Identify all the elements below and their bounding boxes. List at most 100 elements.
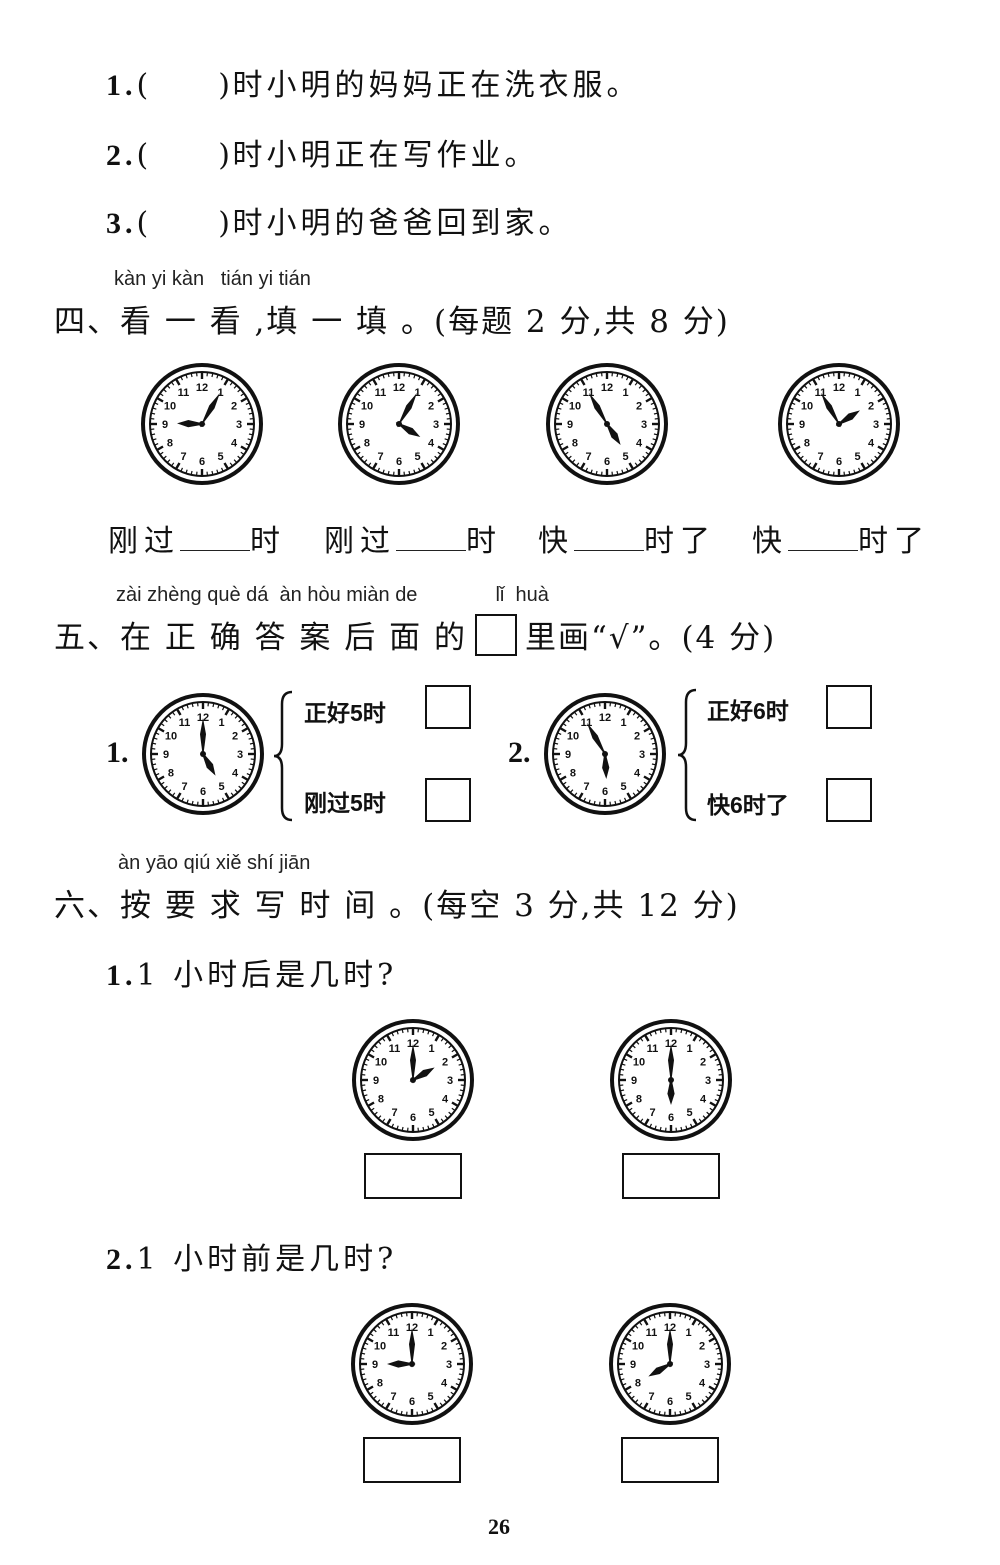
- clock-numeral: 6: [396, 456, 402, 468]
- section6-heading: 六、按 要 求 写 时 间 。(每空 3 分,共 12 分): [54, 888, 740, 924]
- clock-6-1-a: 123456789101112: [352, 1019, 474, 1141]
- clock-numeral: 9: [565, 749, 571, 761]
- clock-numeral: 7: [390, 1391, 396, 1403]
- fill-blank[interactable]: [396, 525, 466, 551]
- brace-2: [677, 688, 697, 822]
- clock-numeral: 10: [567, 731, 579, 743]
- option-text: 正好5时: [304, 700, 386, 726]
- clock-numeral: 2: [232, 731, 238, 743]
- clock-numeral: 10: [374, 1341, 386, 1353]
- clock-numeral: 3: [705, 1075, 711, 1087]
- clock-numeral: 12: [833, 382, 845, 394]
- answer-paren[interactable]: (): [137, 68, 233, 103]
- clock-numeral: 7: [181, 781, 187, 793]
- answer-paren[interactable]: (): [137, 206, 233, 241]
- item-5-1-number: 1.: [106, 736, 129, 769]
- page-number: 26: [488, 1514, 510, 1539]
- answer-box[interactable]: [363, 1437, 461, 1483]
- clock-numeral: 9: [799, 419, 805, 431]
- clock-numeral: 1: [685, 1327, 691, 1339]
- clock-4-3: 1234567891011 12: [546, 363, 668, 485]
- clock-numeral: 8: [364, 438, 370, 450]
- sample-box: [474, 614, 517, 656]
- answer-box[interactable]: [364, 1153, 462, 1199]
- clock-numeral: 3: [446, 1359, 452, 1371]
- clock-numeral: 9: [630, 1359, 636, 1371]
- clock-numeral: 10: [569, 401, 581, 413]
- clock-numeral: 11: [375, 387, 387, 399]
- clock-6-2-a: 123456789101112: [351, 1303, 473, 1425]
- fill-row: 快时了: [538, 524, 716, 559]
- clock-numeral: 7: [391, 1107, 397, 1119]
- clock-numeral: 6: [668, 1112, 674, 1124]
- clock-numeral: 12: [601, 382, 613, 394]
- clock-4-1: 1234567891011 12: [141, 363, 263, 485]
- clock-numeral: 4: [636, 438, 643, 450]
- fill-blank[interactable]: [574, 525, 644, 551]
- clock-numeral: 3: [641, 419, 647, 431]
- fill-blank[interactable]: [788, 525, 858, 551]
- question-2: 2.()时小明正在写作业。: [106, 138, 539, 173]
- clock-numeral: 9: [567, 419, 573, 431]
- brace-1: [273, 690, 293, 822]
- clock-numeral: 5: [414, 451, 420, 463]
- answer-box[interactable]: [621, 1437, 719, 1483]
- clock-numeral: 10: [164, 401, 176, 413]
- clock-4-2: 1234567891011 12: [338, 363, 460, 485]
- clock-numeral: 2: [699, 1341, 705, 1353]
- clock-numeral: 12: [599, 712, 611, 724]
- option-text: 快6时了: [707, 792, 789, 818]
- clock-numeral: 11: [179, 717, 191, 729]
- clock-numeral: 11: [647, 1043, 659, 1055]
- fill-row: 刚过时: [108, 524, 286, 559]
- clock-numeral: 4: [700, 1094, 707, 1106]
- clock-numeral: 1: [686, 1043, 692, 1055]
- clock-numeral: 6: [409, 1396, 415, 1408]
- clock-numeral: 11: [388, 1327, 400, 1339]
- sub-question-2: 2.1 小时前是几时?: [106, 1242, 398, 1277]
- clock-numeral: 7: [180, 451, 186, 463]
- clock-numeral: 2: [231, 401, 237, 413]
- clock-numeral: 6: [200, 786, 206, 798]
- clock-numeral: 9: [631, 1075, 637, 1087]
- clock-numeral: 1: [428, 1043, 434, 1055]
- clock-numeral: 8: [168, 768, 174, 780]
- clock-numeral: 3: [873, 419, 879, 431]
- clock-numeral: 6: [667, 1396, 673, 1408]
- clock-numeral: 6: [604, 456, 610, 468]
- clock-numeral: 1: [427, 1327, 433, 1339]
- clock-numeral: 1: [622, 387, 628, 399]
- clock-5-1: 123456789101112: [142, 693, 264, 815]
- check-box-5-1-a[interactable]: [425, 685, 471, 729]
- clock-numeral: 1: [218, 717, 224, 729]
- check-box-5-2-b[interactable]: [826, 778, 872, 822]
- clock-numeral: 10: [633, 1057, 645, 1069]
- clock-numeral: 3: [236, 419, 242, 431]
- clock-numeral: 3: [639, 749, 645, 761]
- fill-blank[interactable]: [180, 525, 250, 551]
- clock-numeral: 8: [378, 1094, 384, 1106]
- clock-numeral: 4: [868, 438, 875, 450]
- clock-numeral: 7: [585, 451, 591, 463]
- clock-numeral: 3: [433, 419, 439, 431]
- clock-numeral: 8: [804, 438, 810, 450]
- clock-numeral: 10: [165, 731, 177, 743]
- clock-numeral: 10: [632, 1341, 644, 1353]
- answer-box[interactable]: [622, 1153, 720, 1199]
- check-box-5-2-a[interactable]: [826, 685, 872, 729]
- clock-numeral: 6: [199, 456, 205, 468]
- clock-numeral: 10: [801, 401, 813, 413]
- check-box-5-1-b[interactable]: [425, 778, 471, 822]
- clock-numeral: 2: [442, 1057, 448, 1069]
- clock-numeral: 2: [636, 401, 642, 413]
- clock-numeral: 3: [704, 1359, 710, 1371]
- answer-paren[interactable]: (): [137, 138, 233, 173]
- clock-numeral: 2: [868, 401, 874, 413]
- clock-numeral: 5: [686, 1107, 692, 1119]
- clock-numeral: 8: [636, 1094, 642, 1106]
- clock-numeral: 9: [162, 419, 168, 431]
- clock-numeral: 7: [817, 451, 823, 463]
- clock-numeral: 8: [167, 438, 173, 450]
- clock-numeral: 5: [217, 451, 223, 463]
- clock-numeral: 5: [854, 451, 860, 463]
